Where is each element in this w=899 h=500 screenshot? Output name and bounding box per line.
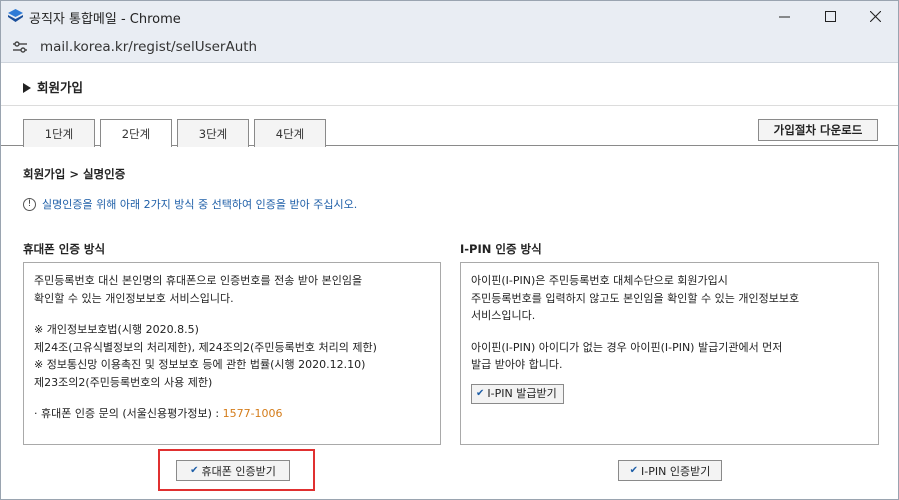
phone-inquiry-number: 1577-1006 (222, 407, 283, 420)
law-line-4: 제23조의2(주민등록번호의 사용 제한) (34, 375, 213, 389)
law-line-2: 제24조(고유식별정보의 처리제한), 제24조의2(주민등록번호 처리의 제한… (34, 340, 377, 354)
highlight-box (158, 449, 315, 491)
law-line-1: ※ 개인정보보호법(시행 2020.8.5) (34, 323, 199, 336)
page-header: 회원가입 (1, 64, 898, 106)
close-button[interactable] (852, 1, 898, 32)
ipin-desc-line-1: 아이핀(I-PIN)은 주민등록번호 대체수단으로 회원가입시 (471, 274, 728, 287)
close-icon (869, 11, 881, 22)
title-bar: 공직자 통합메일 - Chrome (1, 1, 898, 32)
tab-step-4[interactable]: 4단계 (254, 119, 326, 147)
page-title: 회원가입 (23, 77, 83, 96)
tab-step-2[interactable]: 2단계 (100, 119, 172, 147)
ipin-issue-label: I-PIN 발급받기 (487, 386, 557, 400)
breadcrumb: 회원가입 > 실명인증 (23, 167, 126, 181)
notice-text: 실명인증을 위해 아래 2가지 방식 중 선택하여 인증을 받아 주십시오. (42, 198, 358, 211)
triangle-right-icon (23, 83, 31, 93)
checkmark-icon: ✔ (476, 387, 485, 399)
address-bar[interactable]: mail.korea.kr/regist/selUserAuth (1, 32, 898, 63)
maximize-button[interactable] (807, 1, 853, 32)
ipin-desc-line-2: 주민등록번호를 입력하지 않고도 본인임을 확인할 수 있는 개인정보보호 (471, 291, 800, 305)
page-title-text: 회원가입 (37, 80, 84, 95)
maximize-icon (824, 11, 836, 22)
window-title: 공직자 통합메일 - Chrome (29, 12, 181, 27)
ipin-auth-panel: 아이핀(I-PIN)은 주민등록번호 대체수단으로 회원가입시 주민등록번호를 … (460, 262, 879, 445)
tab-step-1[interactable]: 1단계 (23, 119, 95, 147)
ipin-issue-button[interactable]: ✔ I-PIN 발급받기 (471, 383, 564, 404)
minimize-icon (778, 16, 790, 18)
ipin-verify-label: I-PIN 인증받기 (641, 464, 711, 478)
ipin-desc-line-4: 아이핀(I-PIN) 아이디가 없는 경우 아이핀(I-PIN) 발급기관에서 … (471, 340, 783, 354)
phone-inquiry-label: · 휴대폰 인증 문의 (서울신용평가정보) : (34, 407, 223, 420)
ipin-desc-line-5: 발급 받아야 합니다. (471, 358, 563, 371)
law-line-3: ※ 정보통신망 이용촉진 및 정보보호 등에 관한 법률(시행 2020.12.… (34, 358, 366, 371)
phone-desc-line-1: 주민등록번호 대신 본인명의 휴대폰으로 인증번호를 전송 받아 본인임을 (34, 274, 363, 287)
phone-desc-line-2: 확인할 수 있는 개인정보보호 서비스입니다. (34, 291, 234, 305)
ipin-auth-title: I-PIN 인증 방식 (460, 242, 542, 256)
minimize-button[interactable] (761, 1, 807, 32)
site-settings-icon[interactable] (13, 41, 27, 53)
download-procedure-button[interactable]: 가입절차 다운로드 (758, 119, 878, 141)
ipin-desc-line-3: 서비스입니다. (471, 309, 536, 322)
phone-inquiry: · 휴대폰 인증 문의 (서울신용평가정보) : 1577-1006 (34, 405, 430, 423)
phone-auth-title: 휴대폰 인증 방식 (23, 242, 106, 256)
app-logo-icon (8, 9, 23, 22)
notice: ! 실명인증을 위해 아래 2가지 방식 중 선택하여 인증을 받아 주십시오. (23, 196, 357, 212)
checkmark-icon: ✔ (629, 465, 639, 476)
phone-auth-panel: 주민등록번호 대신 본인명의 휴대폰으로 인증번호를 전송 받아 본인임을 확인… (23, 262, 441, 445)
info-icon: ! (23, 197, 36, 211)
tab-step-3[interactable]: 3단계 (177, 119, 249, 147)
browser-window: 공직자 통합메일 - Chrome mail.korea.kr/regist/s… (0, 0, 899, 500)
ipin-verify-button[interactable]: ✔ I-PIN 인증받기 (618, 460, 722, 481)
url-text[interactable]: mail.korea.kr/regist/selUserAuth (40, 39, 257, 55)
